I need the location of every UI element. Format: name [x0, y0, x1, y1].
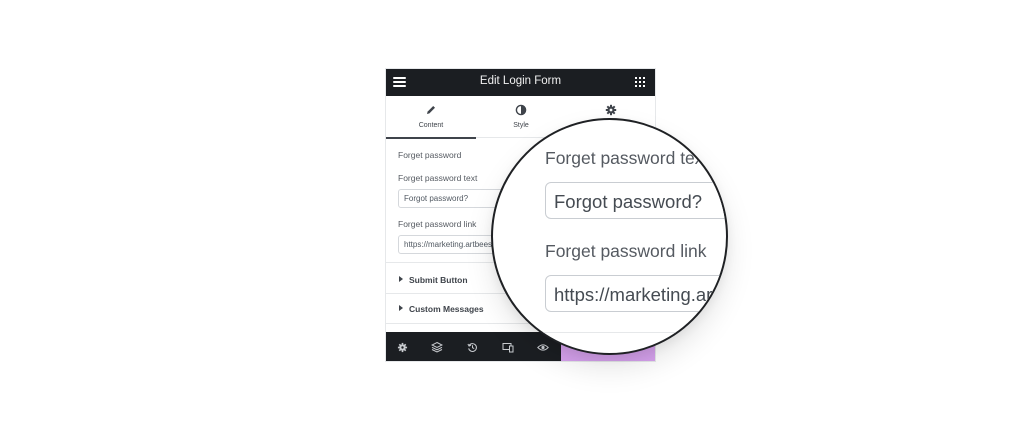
responsive-mode-button[interactable] [502, 341, 514, 353]
eye-icon [537, 343, 549, 351]
mag-divider [493, 332, 726, 333]
accordion-submit-button[interactable]: Submit Button [399, 275, 468, 285]
responsive-icon [502, 342, 514, 352]
settings-button[interactable] [396, 341, 408, 353]
mag-forget-link-label: Forget password link [545, 241, 707, 261]
tab-content[interactable]: Content [386, 96, 476, 139]
caret-right-icon [399, 276, 403, 282]
layers-icon [431, 341, 443, 353]
caret-right-icon [399, 305, 403, 311]
accordion-custom-messages[interactable]: Custom Messages [399, 304, 484, 314]
widgets-grid-icon[interactable] [635, 77, 645, 87]
panel-header: Edit Login Form [386, 69, 655, 96]
preview-button[interactable] [537, 341, 549, 353]
navigator-button[interactable] [431, 341, 443, 353]
panel-title: Edit Login Form [479, 75, 562, 87]
accordion-label: Custom Messages [409, 304, 484, 314]
mag-forget-text-input: Forgot password? [545, 182, 726, 219]
gear-icon [605, 104, 617, 116]
mag-forget-text-label: Forget password text [545, 148, 709, 168]
history-icon [466, 342, 477, 352]
mag-forget-link-input: https://marketing.artbees.net/ [545, 275, 726, 312]
magnifier-callout: Forget password text Forgot password? Fo… [491, 118, 728, 355]
contrast-icon [515, 104, 527, 116]
pencil-icon [427, 106, 435, 114]
tab-content-label: Content [418, 122, 444, 129]
gear-icon [397, 342, 407, 352]
tab-style-label: Style [513, 122, 529, 129]
accordion-label: Submit Button [409, 275, 468, 285]
history-button[interactable] [466, 341, 478, 353]
